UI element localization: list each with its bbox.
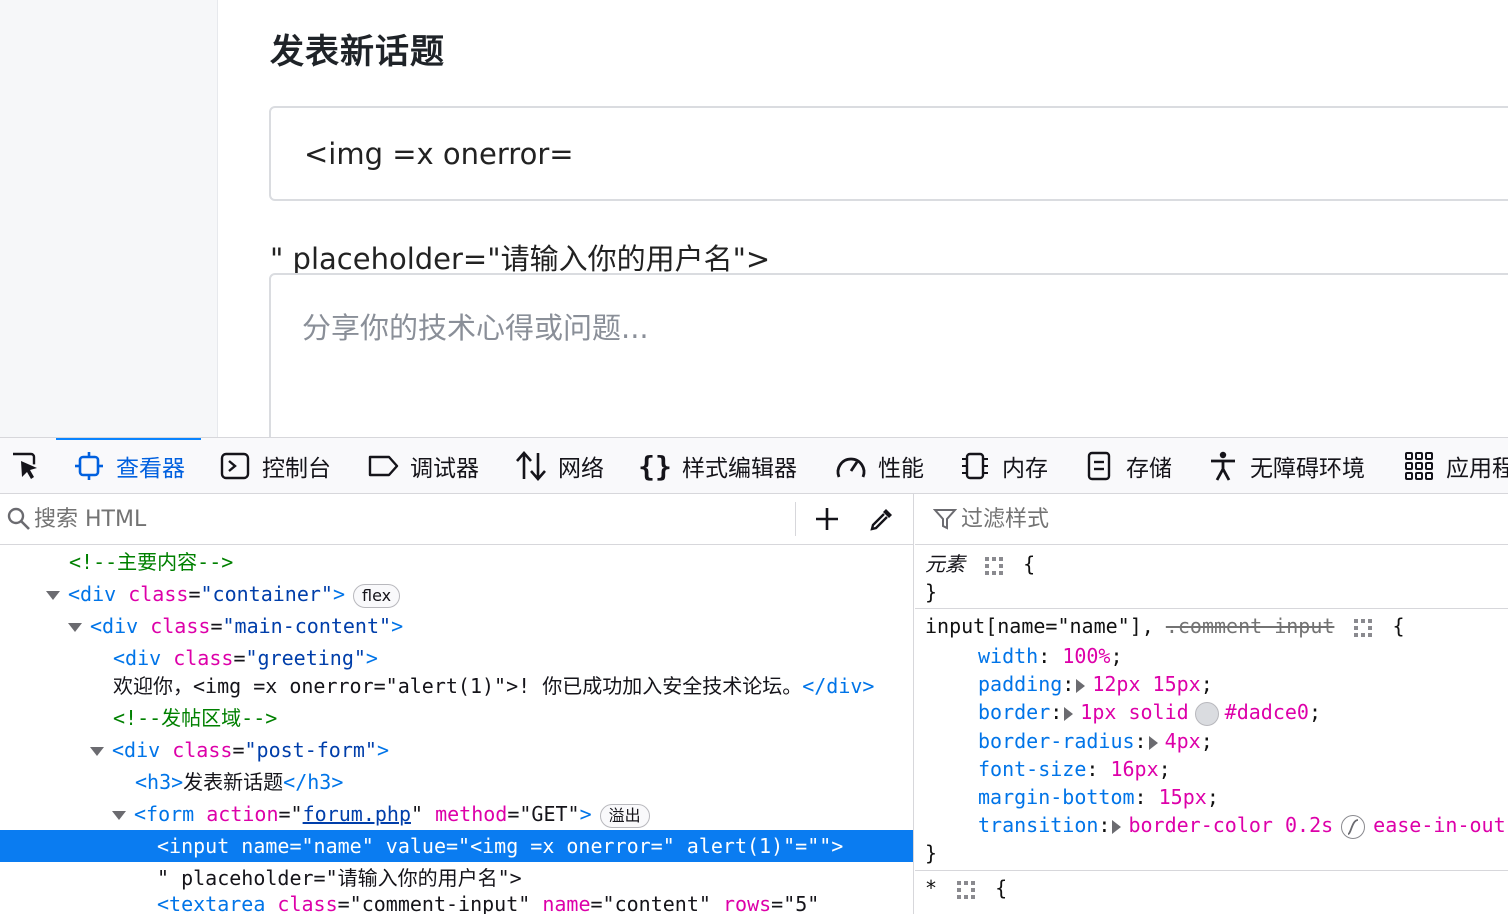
eyedropper-button[interactable] [864, 501, 900, 537]
tab-application[interactable]: 应用程 [1402, 438, 1508, 493]
color-swatch[interactable] [1194, 701, 1219, 726]
html-search-bar [0, 494, 913, 545]
tree-node-comment-main[interactable]: <!--主要内容--> [0, 546, 913, 578]
application-icon [1402, 449, 1436, 483]
element-picker-button[interactable] [0, 438, 48, 493]
rule-universal-selector[interactable]: * { [925, 874, 1007, 902]
tab-performance[interactable]: 性能 [834, 438, 924, 493]
rules-pane: 元素 { } input[name="name"], .comment-inpu… [915, 494, 1508, 914]
decl-width[interactable]: width: 100%; [978, 642, 1123, 670]
decl-border-radius[interactable]: border-radius: 4px; [978, 727, 1213, 755]
tab-style-editor[interactable]: {} 样式编辑器 [638, 438, 797, 493]
expand-shorthand-icon[interactable] [1148, 735, 1158, 750]
tab-network-label: 网络 [558, 456, 604, 482]
eyedropper-icon [870, 509, 892, 531]
tree-node-input-selected[interactable]: <input name="name" value="<img =x onerro… [0, 830, 913, 862]
html-search-input[interactable] [34, 502, 784, 536]
console-icon [218, 449, 252, 483]
element-picker-icon [8, 452, 37, 479]
tree-node-greeting-text[interactable]: 欢迎你，<img =x onerror="alert(1)">! 你已成功加入安… [0, 670, 913, 702]
memory-icon [958, 449, 992, 483]
storage-icon [1082, 449, 1116, 483]
devtools-panel: 查看器 控制台 调试器 网络 {} 样式编辑器 性能 内存 存储 无障碍环境 应… [0, 437, 1508, 914]
style-filter-input[interactable] [961, 502, 1461, 536]
decl-transition[interactable]: transition: border-color 0.2s ease-in-out [978, 811, 1506, 839]
form-action-link[interactable]: forum.php [303, 802, 411, 826]
devtools-toolbar: 查看器 控制台 调试器 网络 {} 样式编辑器 性能 内存 存储 无障碍环境 应… [0, 437, 1508, 494]
page-viewport: 发表新话题 <img =x onerror= " placeholder="请输… [0, 0, 1508, 437]
tree-node-main-content[interactable]: <div class="main-content"> [0, 610, 913, 642]
rule-input-selector[interactable]: input[name="name"], .comment-input { [925, 612, 1405, 640]
tab-debugger[interactable]: 调试器 [366, 438, 479, 493]
tree-node-form[interactable]: <form action="forum.php" method="GET"> 溢出 [0, 798, 913, 830]
decl-padding[interactable]: padding: 12px 15px; [978, 670, 1213, 698]
tab-debugger-label: 调试器 [410, 456, 479, 482]
decl-border[interactable]: border: 1px solid #dadce0; [978, 698, 1321, 726]
tab-performance-label: 性能 [878, 456, 924, 482]
expand-toggle-icon[interactable] [46, 591, 60, 600]
expand-shorthand-icon[interactable] [1064, 706, 1074, 721]
add-node-button[interactable] [810, 501, 844, 537]
tab-style-editor-label: 样式编辑器 [682, 456, 797, 482]
tab-application-label: 应用程 [1446, 456, 1508, 482]
expand-toggle-icon[interactable] [68, 623, 82, 632]
search-icon [7, 507, 30, 530]
inspector-icon [72, 449, 106, 483]
expand-shorthand-icon[interactable] [1076, 678, 1086, 693]
rule-separator [915, 608, 1508, 609]
plus-icon [816, 508, 838, 530]
decl-font-size[interactable]: font-size: 16px; [978, 755, 1171, 783]
style-filter-bar [915, 494, 1508, 545]
tab-console[interactable]: 控制台 [218, 438, 331, 493]
tab-network[interactable]: 网络 [514, 438, 604, 493]
tree-node-container[interactable]: <div class="container"> flex [0, 578, 913, 610]
username-input-value: <img =x onerror= [304, 136, 574, 171]
network-icon [514, 449, 548, 483]
content-textarea[interactable]: 分享你的技术心得或问题... [269, 273, 1508, 437]
tree-node-comment-post[interactable]: <!--发帖区域--> [0, 702, 913, 734]
expand-toggle-icon[interactable] [112, 811, 126, 820]
markup-pane: <!--主要内容--> <div class="container">flex … [0, 494, 914, 914]
left-gutter [0, 0, 218, 437]
post-form-title: 发表新话题 [270, 32, 445, 72]
tree-node-post-form[interactable]: <div class="post-form"> [0, 734, 913, 766]
decl-margin-bottom[interactable]: margin-bottom: 15px; [978, 783, 1219, 811]
tab-memory[interactable]: 内存 [958, 438, 1048, 493]
expand-toggle-icon[interactable] [90, 747, 104, 756]
tab-inspector[interactable]: 查看器 [56, 438, 201, 493]
tab-storage[interactable]: 存储 [1082, 438, 1172, 493]
tab-accessibility[interactable]: 无障碍环境 [1206, 438, 1365, 493]
tab-memory-label: 内存 [1002, 456, 1048, 482]
rule-separator [915, 870, 1508, 871]
broken-attribute-text: " placeholder="请输入你的用户名"> [270, 242, 771, 276]
grid-dots-icon [1354, 618, 1373, 637]
tab-accessibility-label: 无障碍环境 [1250, 456, 1365, 482]
easing-curve-icon[interactable] [1341, 814, 1366, 839]
expand-shorthand-icon[interactable] [1112, 819, 1122, 834]
debugger-icon [366, 449, 400, 483]
filter-icon [933, 509, 957, 530]
tab-inspector-label: 查看器 [116, 456, 185, 482]
rule-element-selector[interactable]: 元素 { [925, 550, 1035, 578]
grid-dots-icon [957, 880, 976, 899]
rule-element-close: } [925, 580, 938, 604]
grid-dots-icon [985, 556, 1004, 575]
tree-node-h3[interactable]: <h3>发表新话题</h3> [0, 766, 913, 798]
tab-console-label: 控制台 [262, 456, 331, 482]
style-editor-icon: {} [638, 449, 672, 483]
flex-badge[interactable]: flex [352, 583, 401, 608]
tree-node-textarea[interactable]: <textarea class="comment-input" name="co… [0, 888, 913, 914]
performance-icon [834, 449, 868, 483]
content-placeholder: 分享你的技术心得或问题... [302, 311, 649, 345]
username-input[interactable]: <img =x onerror= [269, 106, 1508, 201]
accessibility-icon [1206, 449, 1240, 483]
tab-storage-label: 存储 [1126, 456, 1172, 482]
search-separator [795, 502, 796, 536]
rule-input-close: } [925, 841, 938, 865]
overflow-badge[interactable]: 溢出 [599, 803, 650, 828]
